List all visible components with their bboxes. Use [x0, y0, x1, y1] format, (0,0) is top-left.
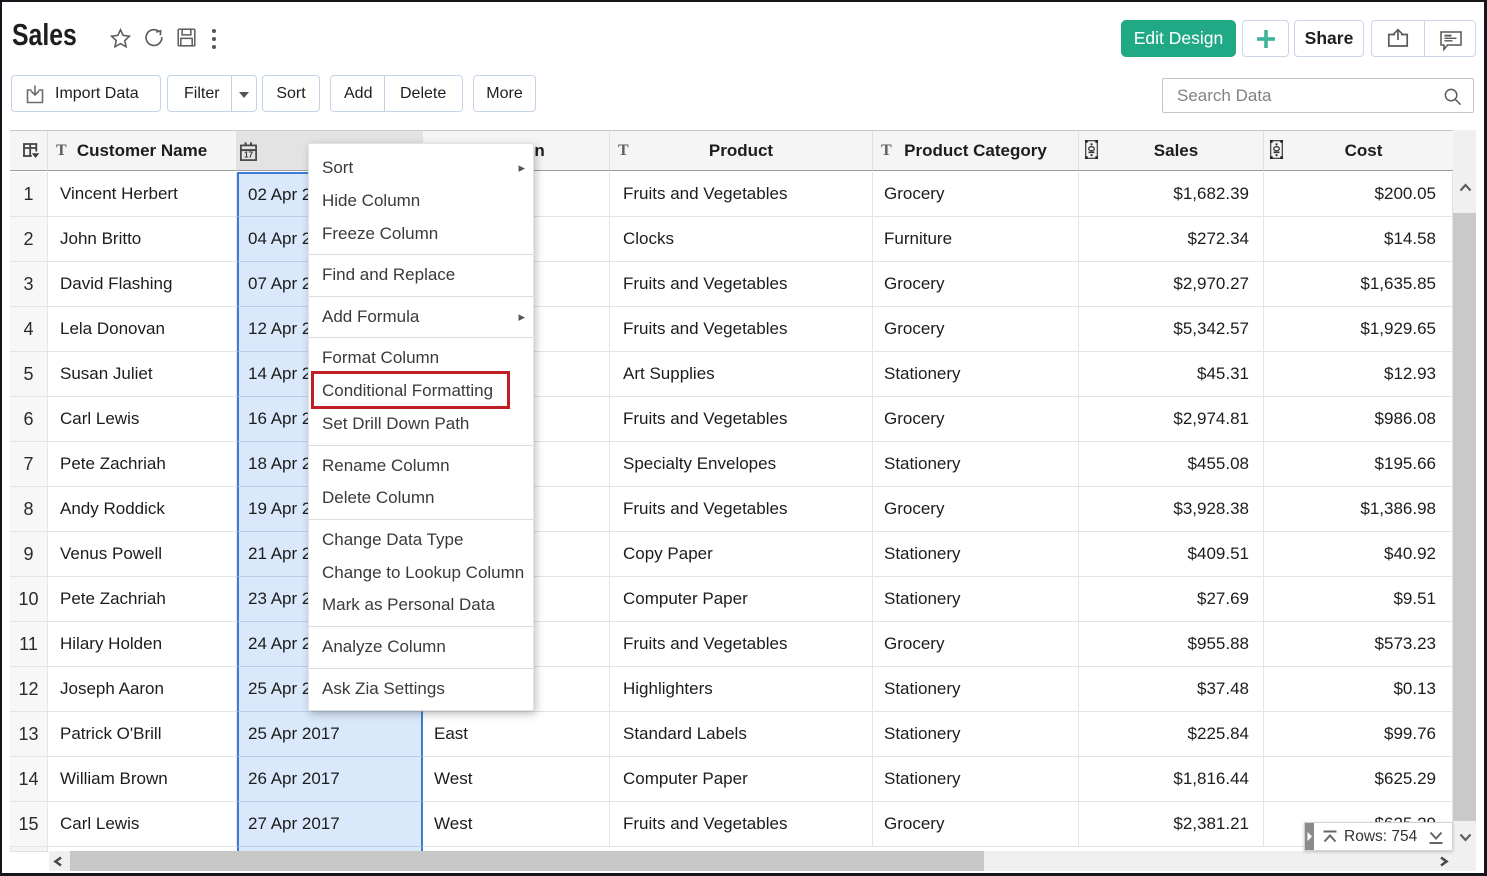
svg-text:17: 17 — [244, 151, 254, 160]
